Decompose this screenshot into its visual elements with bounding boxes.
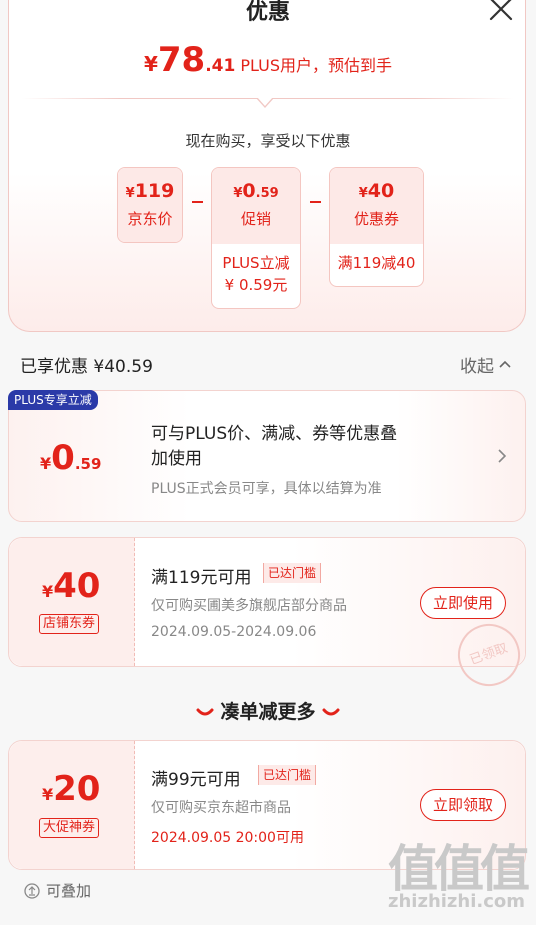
shop-coupon-threshold: 满119元可用 — [151, 568, 252, 588]
estimate-decimal: .41 — [205, 56, 236, 76]
shop-coupon-validity: 2024.09.05-2024.09.06 — [151, 624, 317, 640]
chevron-right-icon[interactable] — [496, 448, 508, 464]
chevron-up-icon — [499, 360, 511, 368]
amount: 0 — [242, 180, 256, 202]
minus-icon — [192, 201, 203, 203]
currency: ¥ — [42, 785, 54, 804]
amount: 0 — [51, 438, 75, 478]
enjoyed-discount-total: 已享优惠 ¥40.59 — [20, 357, 153, 377]
breakdown-subtitle: 现在购买，享受以下优惠 — [185, 132, 351, 150]
plus-description-line1: 可与PLUS价、满减、券等优惠叠 — [151, 424, 398, 444]
use-now-button[interactable]: 立即使用 — [420, 587, 507, 619]
currency: ¥ — [358, 186, 368, 201]
amount: 119 — [134, 180, 175, 202]
estimate-integer: 78 — [157, 40, 206, 80]
currency: ¥ — [42, 582, 54, 601]
shop-coupon-tag: 店铺东券 — [39, 614, 100, 634]
coupon-detail: 满119减40 — [337, 254, 416, 272]
plus-description-line2: 加使用 — [151, 449, 202, 469]
more-title-text: 凑单减更多 — [220, 701, 316, 723]
currency: ¥ — [125, 186, 135, 201]
watermark-logo: 值值值 zhizhizhi.com — [388, 840, 530, 912]
close-icon[interactable] — [486, 0, 516, 26]
amount: 40 — [53, 566, 101, 606]
amount: 20 — [53, 769, 101, 809]
estimated-price: ¥78.41 PLUS用户，预估到手 — [0, 40, 536, 80]
claim-now-button[interactable]: 立即领取 — [420, 789, 507, 821]
shop-coupon-scope: 仅可购买圃美多旗舰店部分商品 — [151, 598, 347, 614]
threshold-reached-badge: 已达门槛 — [263, 563, 322, 583]
plus-discount-amount: ¥0.59 — [40, 438, 101, 478]
promo-coupon-threshold: 满99元可用 — [151, 770, 241, 790]
promo-coupon-amount: ¥20 — [42, 769, 100, 809]
add-items-section-title: 凑单减更多 — [0, 697, 536, 724]
threshold-reached-badge: 已达门槛 — [258, 765, 317, 785]
watermark-en: zhizhizhi.com — [388, 891, 526, 912]
amount: 40 — [367, 180, 395, 202]
price-breakdown-jd-price: ¥119 京东价 — [117, 167, 183, 243]
watermark-cn: 值值值 — [388, 840, 530, 898]
promotion-detail-type: PLUS立减 — [222, 254, 290, 272]
promo-coupon-validity: 2024.09.05 20:00可用 — [151, 830, 304, 846]
minus-icon — [310, 201, 321, 203]
amount-decimal: .59 — [255, 186, 279, 201]
coupon-label: 优惠券 — [353, 210, 399, 228]
divider-notch — [256, 97, 274, 108]
promo-coupon-scope: 仅可购买京东超市商品 — [151, 800, 291, 816]
sheet-title: 优惠 — [245, 0, 290, 25]
collapse-button[interactable]: 收起 — [460, 352, 512, 377]
promotion-label: 促销 — [240, 210, 271, 228]
price-breakdown-coupon: ¥40 优惠券 满119减40 — [329, 167, 424, 287]
price-label: 京东价 — [127, 210, 173, 228]
stack-icon — [24, 882, 40, 899]
collapse-label: 收起 — [460, 357, 494, 377]
shop-coupon-amount: ¥40 — [42, 566, 100, 606]
stackable-note: 可叠加 — [24, 880, 91, 901]
plus-note: PLUS正式会员可享，具体以结算为准 — [151, 481, 382, 497]
estimate-suffix: PLUS用户，预估到手 — [240, 56, 393, 75]
plus-exclusive-badge: PLUS专享立减 — [8, 390, 98, 410]
chevron-down-icon — [196, 708, 214, 715]
chevron-down-icon — [322, 708, 339, 715]
price-breakdown-promotion: ¥0.59 促销 PLUS立减 ¥ 0.59元 — [211, 167, 301, 309]
promo-coupon-tag: 大促神券 — [39, 818, 100, 838]
stackable-label: 可叠加 — [46, 882, 92, 900]
promotion-detail-amount: ¥ 0.59元 — [224, 276, 288, 294]
currency: ¥ — [40, 454, 52, 473]
estimate-currency: ¥ — [143, 52, 158, 76]
amount-decimal: .59 — [74, 455, 102, 473]
